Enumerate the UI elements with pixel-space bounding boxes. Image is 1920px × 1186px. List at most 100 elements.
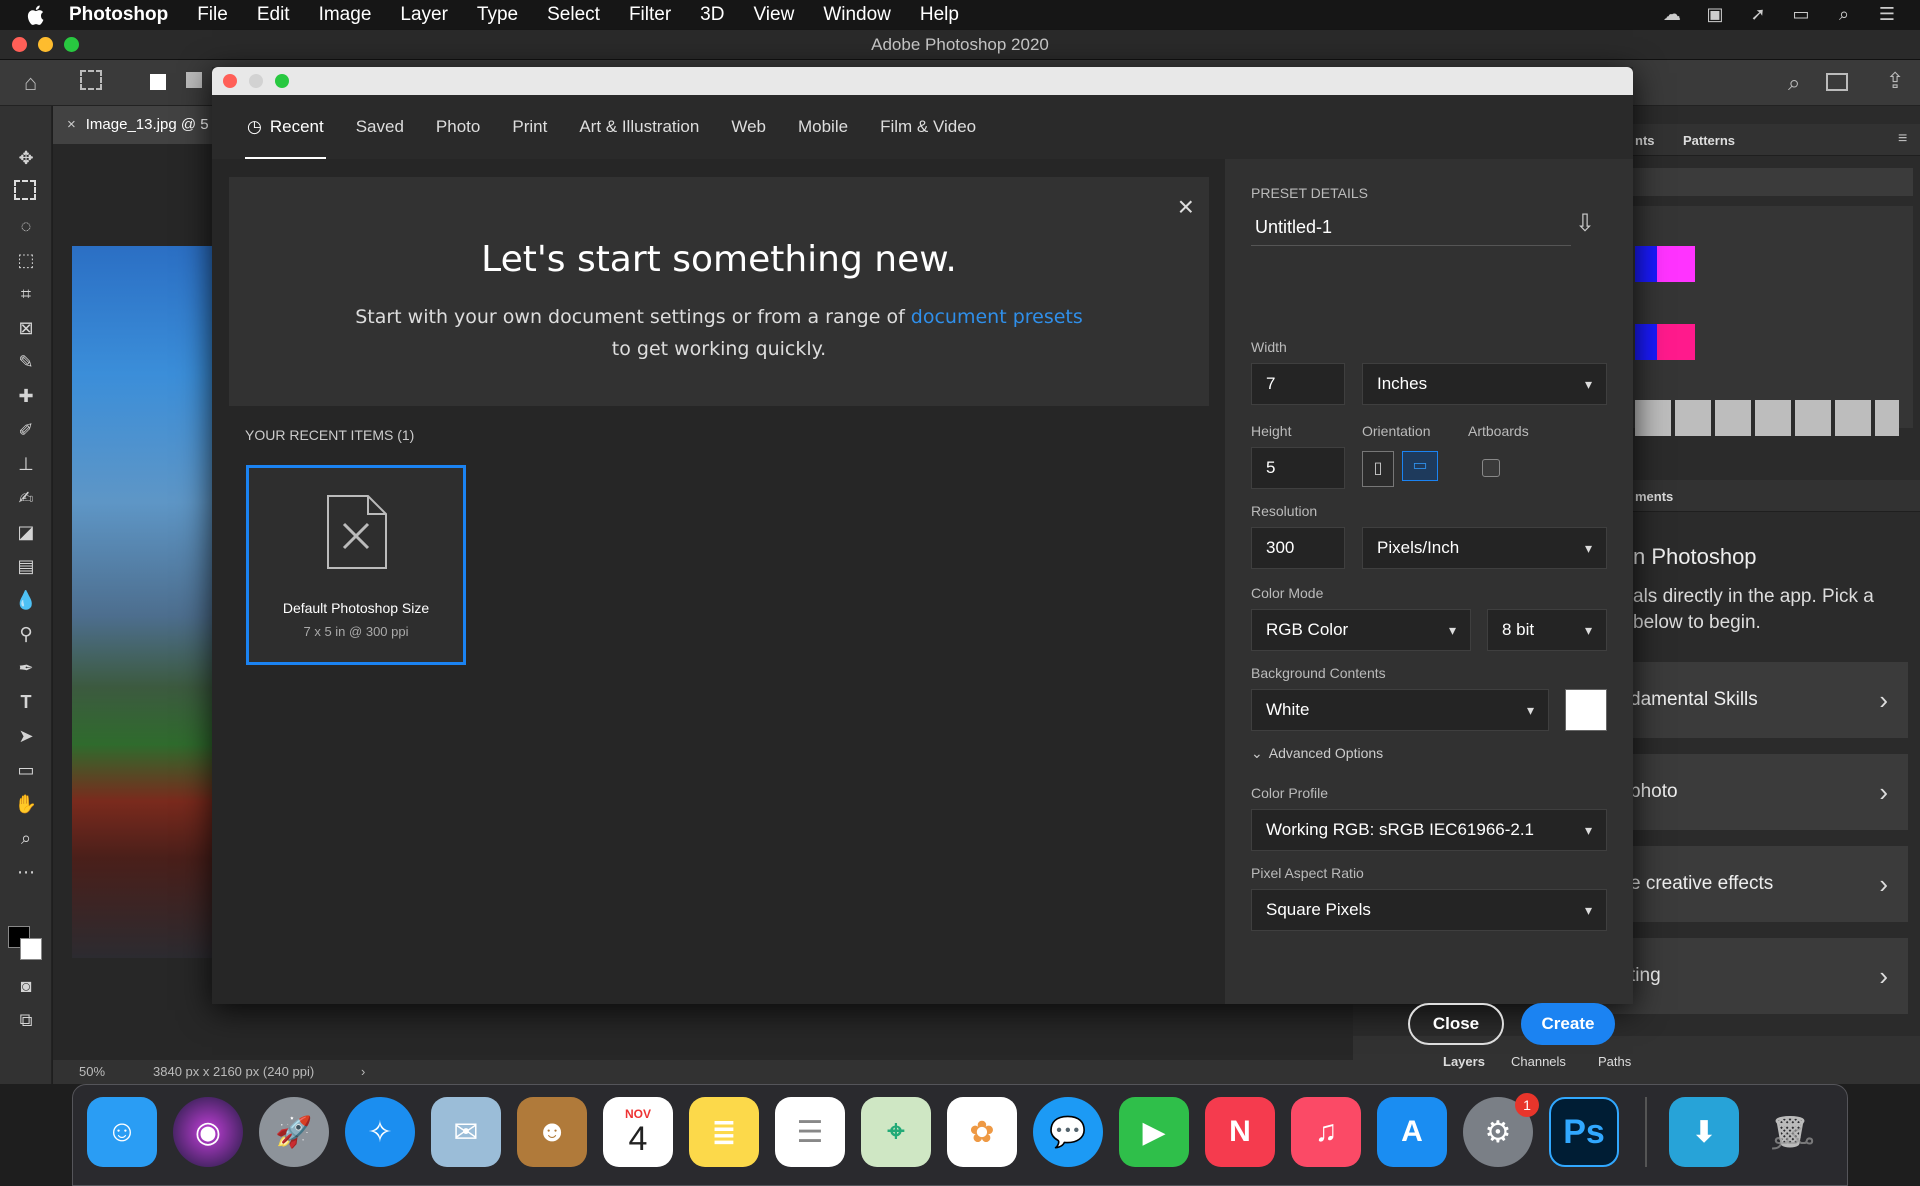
swatch-magenta[interactable]	[1657, 246, 1695, 282]
quick-mask-icon[interactable]: ◙	[14, 974, 38, 998]
photos-icon[interactable]: ✿	[947, 1097, 1017, 1167]
create-button[interactable]: Create	[1521, 1003, 1615, 1045]
tab-gradients[interactable]: nts	[1635, 133, 1655, 148]
photoshop-icon[interactable]: Ps	[1549, 1097, 1619, 1167]
rectangle-tool-icon[interactable]: ▭	[14, 758, 38, 782]
pixel-aspect-select[interactable]: Square Pixels ▾	[1251, 889, 1607, 931]
portrait-orientation-button[interactable]: ▯	[1362, 451, 1394, 487]
finder-icon[interactable]: ☺	[87, 1097, 157, 1167]
new-selection-icon[interactable]	[150, 74, 166, 90]
color-mode-select[interactable]: RGB Color ▾	[1251, 609, 1471, 651]
more-tools-icon[interactable]: ⋯	[14, 860, 38, 884]
screen-mode-icon[interactable]: ⧉	[14, 1008, 38, 1032]
menu-view[interactable]: View	[753, 4, 794, 26]
recent-item-card[interactable]: Default Photoshop Size 7 x 5 in @ 300 pp…	[246, 465, 466, 665]
pen-tool-icon[interactable]: ✒	[14, 656, 38, 680]
tab-art-illustration[interactable]: Art & Illustration	[579, 95, 699, 159]
home-icon[interactable]: ⌂	[24, 70, 37, 96]
resolution-unit-select[interactable]: Pixels/Inch ▾	[1362, 527, 1607, 569]
lasso-tool-icon[interactable]: ◌	[14, 214, 38, 238]
chevron-right-icon[interactable]: ›	[361, 1060, 365, 1084]
tab-layers[interactable]: Layers	[1443, 1054, 1485, 1069]
apple-icon[interactable]	[27, 4, 49, 26]
learn-card-painting[interactable]: ting ›	[1600, 938, 1908, 1014]
menu-edit[interactable]: Edit	[257, 4, 290, 26]
height-input[interactable]: 5	[1251, 447, 1345, 489]
zoom-tool-icon[interactable]: ⌕	[14, 826, 38, 850]
display-icon[interactable]: ▭	[1788, 4, 1814, 26]
advanced-options-toggle[interactable]: ⌄ Advanced Options	[1251, 745, 1383, 762]
contacts-icon[interactable]: ☻	[517, 1097, 587, 1167]
gradient-tool-icon[interactable]: ▤	[14, 554, 38, 578]
reminders-icon[interactable]: ☰	[775, 1097, 845, 1167]
panel-menu-icon[interactable]: ≡	[1898, 130, 1907, 148]
preset-name-field[interactable]: Untitled-1	[1255, 217, 1332, 238]
location-icon[interactable]: ➚	[1745, 4, 1771, 26]
control-center-icon[interactable]: ☰	[1874, 4, 1900, 26]
menu-filter[interactable]: Filter	[629, 4, 671, 26]
eyedropper-tool-icon[interactable]: ✎	[14, 350, 38, 374]
save-preset-icon[interactable]: ⇩	[1575, 209, 1595, 238]
background-color-swatch[interactable]	[20, 938, 42, 960]
share-icon[interactable]: ⇪	[1886, 68, 1904, 94]
siri-icon[interactable]: ◉	[173, 1097, 243, 1167]
swatch-pink[interactable]	[1657, 324, 1695, 360]
news-icon[interactable]: N	[1205, 1097, 1275, 1167]
artboards-checkbox[interactable]	[1482, 459, 1500, 477]
background-color-swatch[interactable]	[1565, 689, 1607, 731]
downloads-folder-icon[interactable]: ⬇	[1669, 1097, 1739, 1167]
background-select[interactable]: White ▾	[1251, 689, 1549, 731]
tab-photo[interactable]: Photo	[436, 95, 480, 159]
marquee-tool-icon[interactable]	[14, 180, 36, 200]
learn-card-effects[interactable]: e creative effects ›	[1600, 846, 1908, 922]
dodge-tool-icon[interactable]: ⚲	[14, 622, 38, 646]
maps-icon[interactable]: ⌖	[861, 1097, 931, 1167]
workspace-icon[interactable]	[1826, 73, 1848, 91]
path-select-tool-icon[interactable]: ➤	[14, 724, 38, 748]
tab-film-video[interactable]: Film & Video	[880, 95, 976, 159]
marquee-icon[interactable]	[80, 70, 102, 90]
width-input[interactable]: 7	[1251, 363, 1345, 405]
menu-help[interactable]: Help	[920, 4, 959, 26]
search-icon[interactable]: ⌕	[1788, 70, 1800, 96]
type-tool-icon[interactable]: T	[14, 690, 38, 714]
app-store-icon[interactable]: A	[1377, 1097, 1447, 1167]
eraser-tool-icon[interactable]: ◪	[14, 520, 38, 544]
width-unit-select[interactable]: Inches ▾	[1362, 363, 1607, 405]
tab-patterns[interactable]: Patterns	[1683, 133, 1735, 148]
healing-tool-icon[interactable]: ✚	[14, 384, 38, 408]
menu-app[interactable]: Photoshop	[69, 4, 168, 26]
document-tab[interactable]: × Image_13.jpg @ 5	[53, 106, 213, 144]
menu-window[interactable]: Window	[823, 4, 891, 26]
tab-web[interactable]: Web	[731, 95, 766, 159]
stamp-tool-icon[interactable]: ⊥	[14, 452, 38, 476]
crop-tool-icon[interactable]: ⌗	[14, 282, 38, 306]
color-profile-select[interactable]: Working RGB: sRGB IEC61966-2.1 ▾	[1251, 809, 1607, 851]
dialog-zoom-dot[interactable]	[275, 74, 289, 88]
mail-icon[interactable]: ✉	[431, 1097, 501, 1167]
frame-tool-icon[interactable]: ⊠	[14, 316, 38, 340]
landscape-orientation-button[interactable]: ▭	[1402, 451, 1438, 481]
brush-tool-icon[interactable]: ✐	[14, 418, 38, 442]
notification-icon[interactable]: ▣	[1702, 4, 1728, 26]
blur-tool-icon[interactable]: 💧	[14, 588, 38, 612]
facetime-icon[interactable]: ▶	[1119, 1097, 1189, 1167]
launchpad-icon[interactable]: 🚀	[259, 1097, 329, 1167]
canvas-image[interactable]	[72, 246, 212, 958]
bit-depth-select[interactable]: 8 bit ▾	[1487, 609, 1607, 651]
calendar-icon[interactable]: NOV 4	[603, 1097, 673, 1167]
tab-print[interactable]: Print	[512, 95, 547, 159]
dialog-close-dot[interactable]	[223, 74, 237, 88]
minimize-window-button[interactable]	[38, 37, 53, 52]
tab-recent[interactable]: ◷ Recent	[245, 95, 326, 159]
menu-3d[interactable]: 3D	[700, 4, 724, 26]
menu-file[interactable]: File	[197, 4, 228, 26]
zoom-window-button[interactable]	[64, 37, 79, 52]
learn-card-photo[interactable]: photo ›	[1600, 754, 1908, 830]
close-tab-icon[interactable]: ×	[67, 116, 76, 133]
tab-channels[interactable]: Channels	[1511, 1054, 1566, 1069]
add-selection-icon[interactable]	[186, 72, 202, 88]
menu-layer[interactable]: Layer	[400, 4, 448, 26]
gray-swatches[interactable]	[1635, 400, 1899, 436]
move-tool-icon[interactable]: ✥	[14, 146, 38, 170]
